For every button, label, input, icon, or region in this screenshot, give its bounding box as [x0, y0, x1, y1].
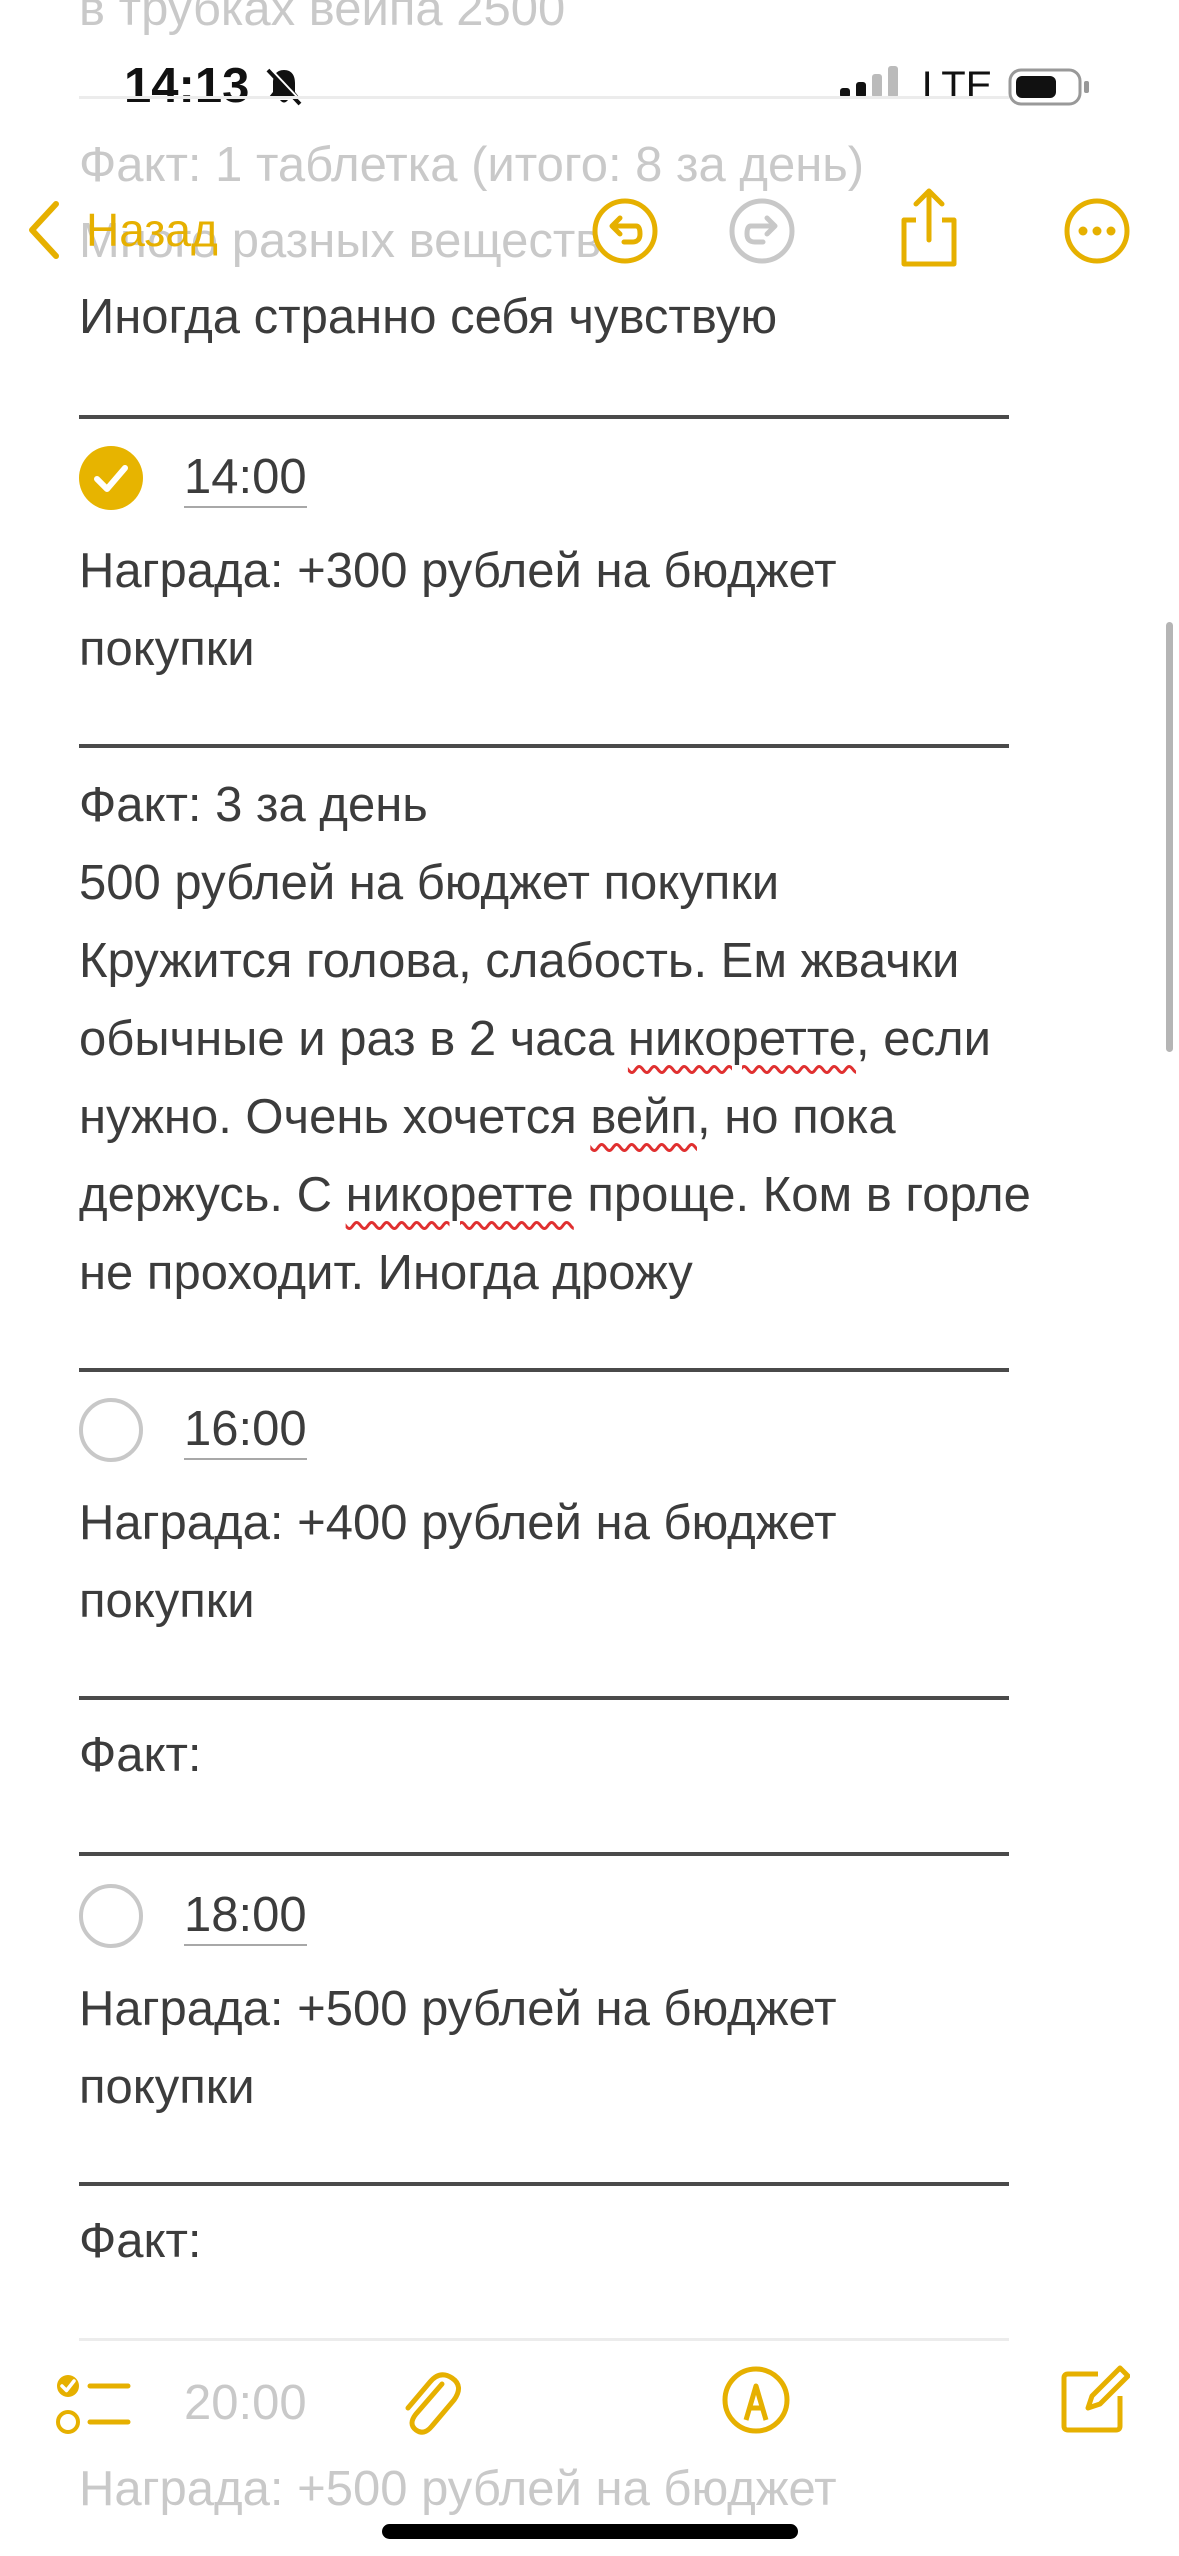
- attachment-button[interactable]: [394, 2364, 464, 2444]
- fact-text[interactable]: Факт:: [79, 1716, 202, 1794]
- text-segment: обычные и раз в 2 часа: [79, 1012, 628, 1066]
- misspelled-word[interactable]: никоретте: [346, 1168, 574, 1222]
- scrollbar[interactable]: [1166, 622, 1173, 1052]
- checklist-button[interactable]: [54, 2370, 132, 2442]
- reward-text-cont[interactable]: покупки: [79, 1562, 255, 1640]
- reward-text[interactable]: Награда: +400 рублей на бюджет: [79, 1484, 837, 1562]
- signal-icon: [840, 66, 904, 106]
- scrolled-ghost-text-top: в трубках вейпа 2500: [79, 0, 566, 36]
- checkbox-unchecked[interactable]: [79, 1884, 143, 1948]
- time-link-1800[interactable]: 18:00: [184, 1886, 307, 1946]
- separator-line: [79, 1368, 1009, 1372]
- fact-line[interactable]: Кружится голова, слабость. Ем жвачки: [79, 922, 959, 1000]
- fact-text[interactable]: Факт: 3 за день: [79, 766, 428, 844]
- back-button[interactable]: Назад: [22, 190, 218, 270]
- reward-text[interactable]: Награда: +500 рублей на бюджет: [79, 1970, 837, 2048]
- scrolled-ghost-line: [79, 96, 1009, 99]
- checkbox-checked[interactable]: [79, 446, 143, 510]
- checkbox-unchecked[interactable]: [79, 1398, 143, 1462]
- share-button[interactable]: [896, 186, 962, 270]
- fact-line[interactable]: не проходит. Иногда дрожу: [79, 1234, 693, 1312]
- separator-line: [79, 415, 1009, 419]
- fact-line[interactable]: нужно. Очень хочется вейп, но пока: [79, 1078, 896, 1156]
- status-time: 14:13: [124, 59, 250, 113]
- network-type: LTE: [922, 64, 993, 108]
- separator-line: [79, 1852, 1009, 1856]
- misspelled-word[interactable]: никоретте: [628, 1012, 856, 1066]
- nav-toolbar: Назад: [0, 180, 1179, 280]
- redo-button[interactable]: [727, 196, 797, 266]
- separator-line: [79, 744, 1009, 748]
- time-link-1600[interactable]: 16:00: [184, 1400, 307, 1460]
- fact-text[interactable]: Факт:: [79, 2202, 202, 2280]
- text-segment: проще. Ком в горле: [573, 1168, 1031, 1222]
- fact-line[interactable]: обычные и раз в 2 часа никоретте, если: [79, 1000, 991, 1078]
- text-segment: , но пока: [696, 1090, 896, 1144]
- battery-icon: [1008, 66, 1092, 110]
- back-label: Назад: [86, 204, 218, 256]
- fact-line[interactable]: 500 рублей на бюджет покупки: [79, 844, 779, 922]
- text-segment: держусь. С: [79, 1168, 346, 1222]
- more-button[interactable]: [1062, 196, 1132, 266]
- silent-mode-icon: [262, 64, 306, 108]
- chevron-left-icon: [22, 198, 66, 262]
- checkmark-icon: [94, 465, 128, 492]
- markup-pen-button[interactable]: [720, 2364, 792, 2436]
- note-intro-text[interactable]: Иногда странно себя чувствую: [79, 278, 777, 356]
- reward-text-cont[interactable]: покупки: [79, 2048, 255, 2126]
- text-segment: нужно. Очень хочется: [79, 1090, 591, 1144]
- ghost-line: [79, 2338, 1009, 2341]
- reward-text-cont[interactable]: покупки: [79, 610, 255, 688]
- time-link-1400[interactable]: 14:00: [184, 448, 307, 508]
- separator-line: [79, 1696, 1009, 1700]
- home-indicator[interactable]: [382, 2524, 798, 2539]
- compose-button[interactable]: [1058, 2360, 1130, 2436]
- bottom-toolbar: [0, 2350, 1179, 2470]
- misspelled-word[interactable]: вейп: [590, 1090, 697, 1144]
- undo-button[interactable]: [590, 196, 660, 266]
- text-segment: , если: [856, 1012, 991, 1066]
- separator-line: [79, 2182, 1009, 2186]
- fact-line[interactable]: держусь. С никоретте проще. Ком в горле: [79, 1156, 1031, 1234]
- reward-text[interactable]: Награда: +300 рублей на бюджет: [79, 532, 837, 610]
